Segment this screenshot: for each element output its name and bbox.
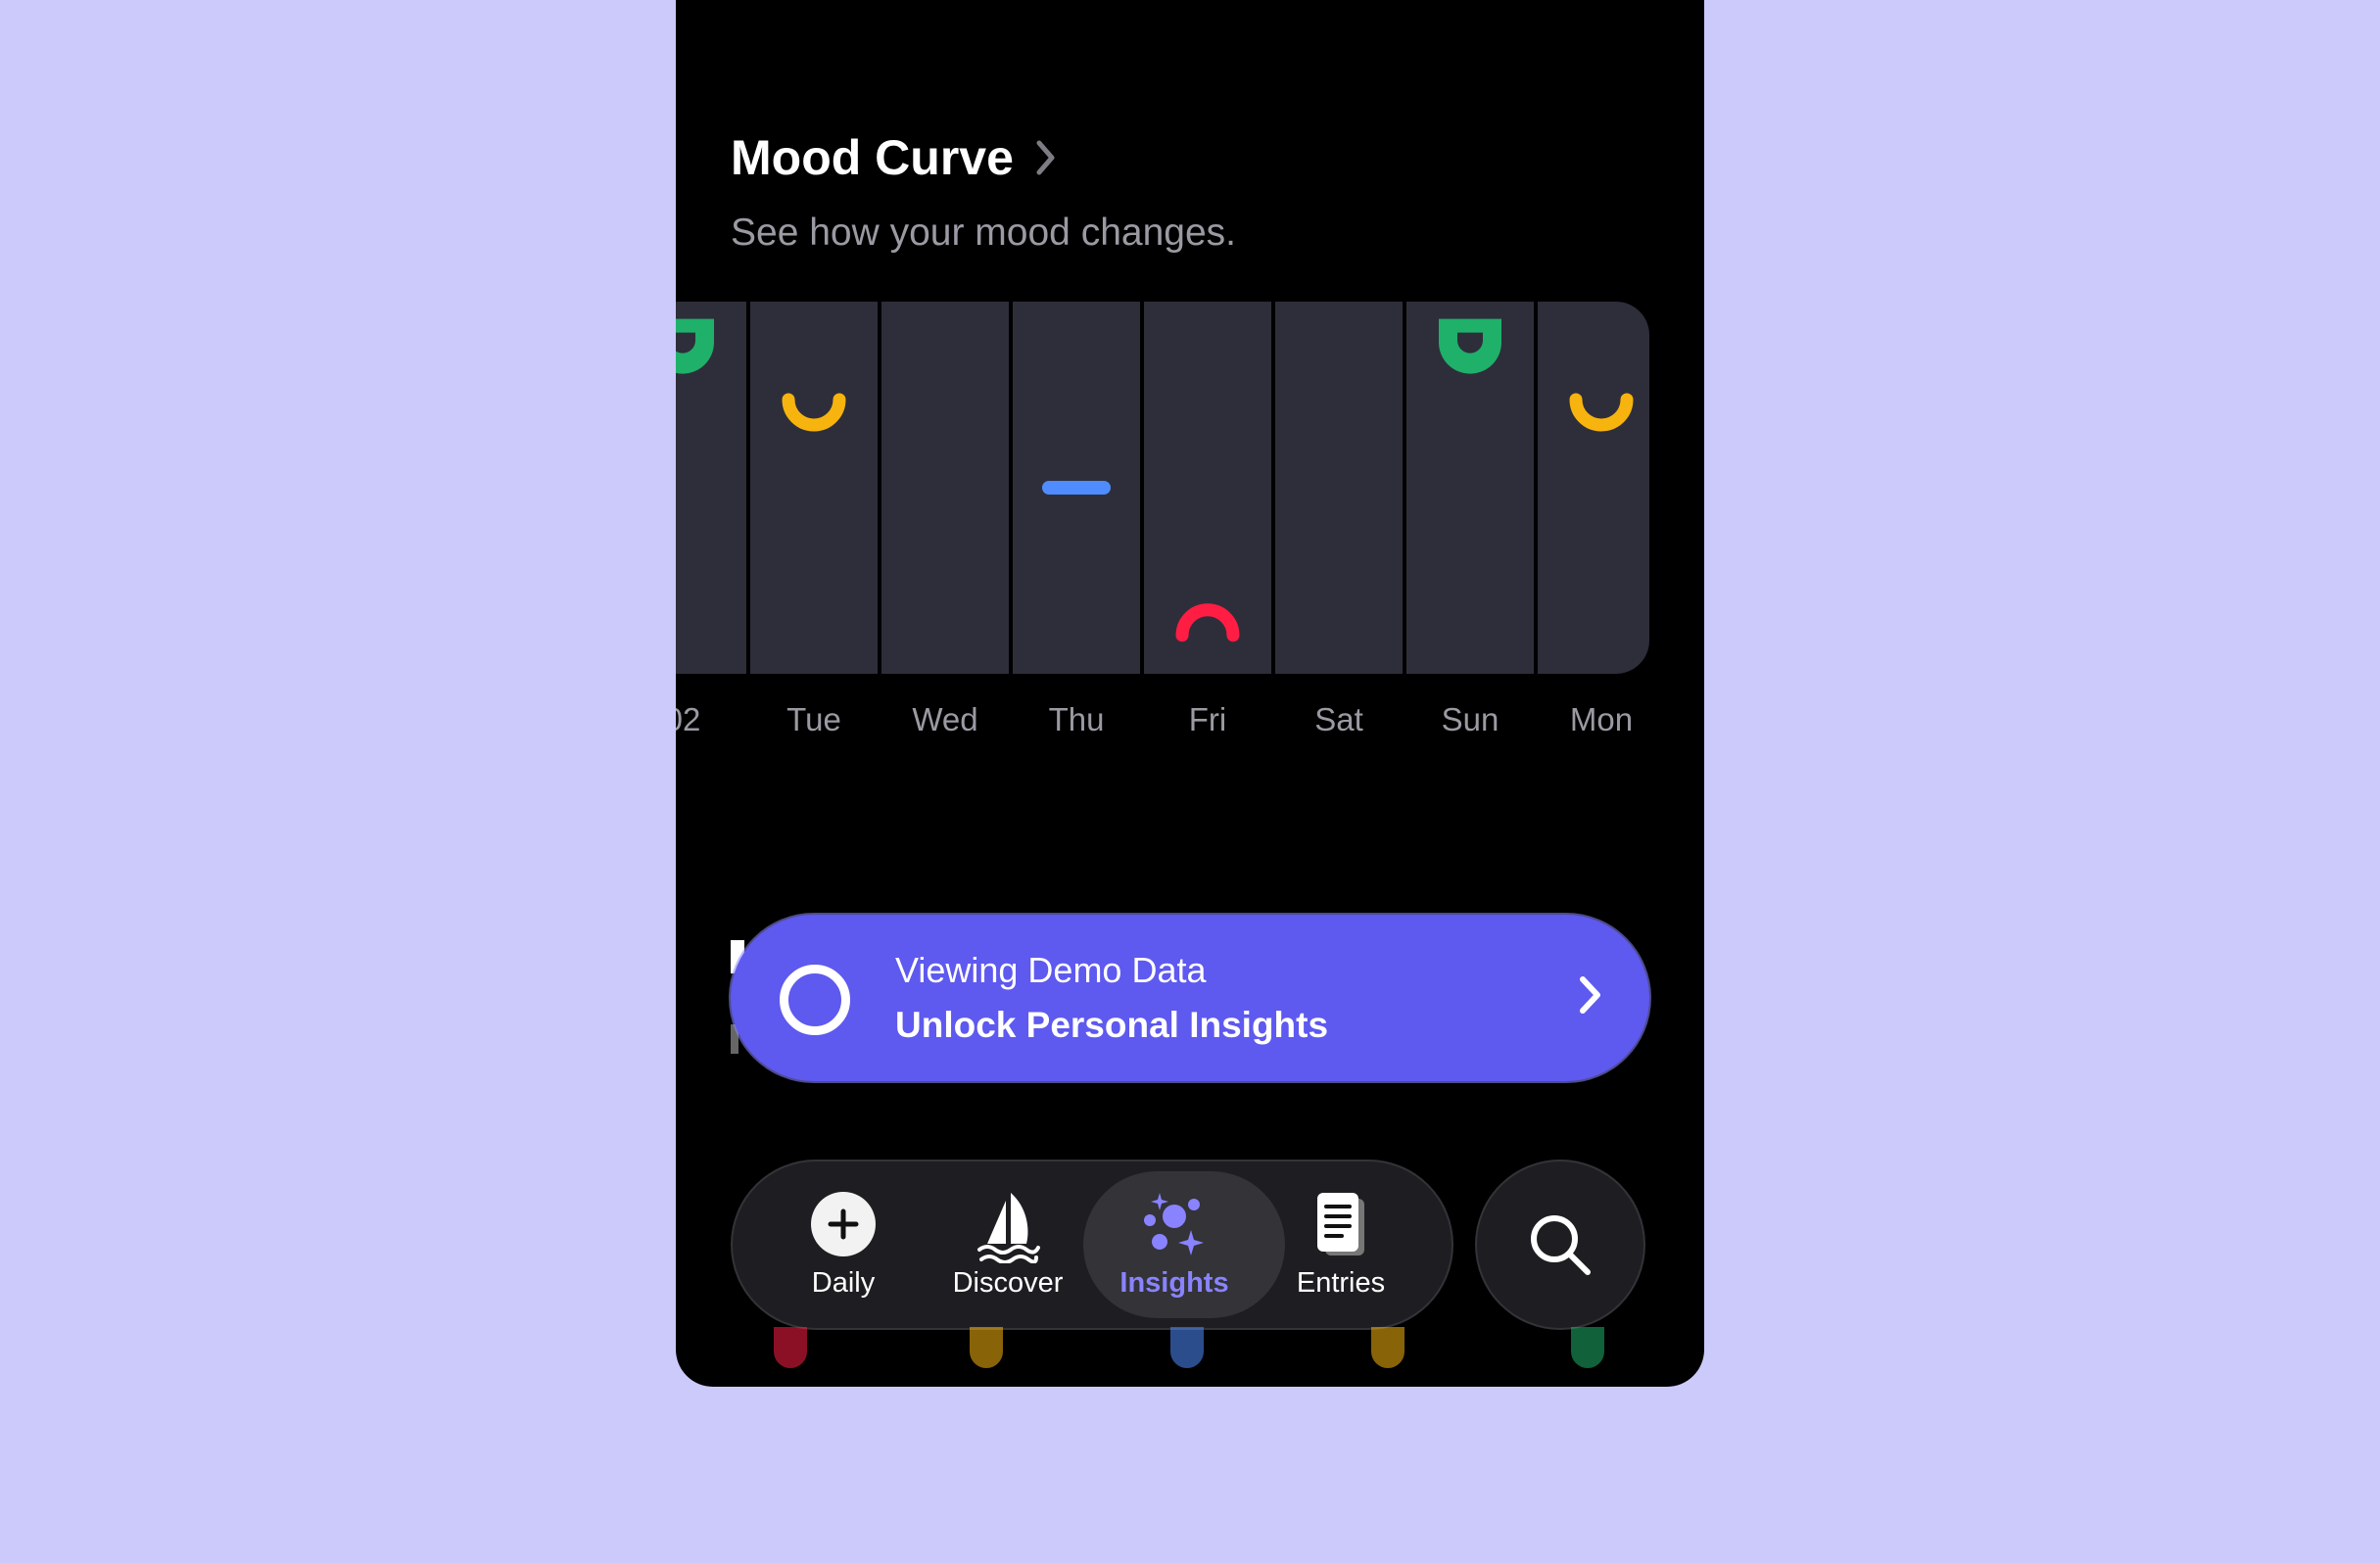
- phone-screen: Mood Curve See how your mood changes. 02…: [676, 0, 1704, 1387]
- day-separator: [1009, 302, 1013, 674]
- search-button[interactable]: [1477, 1161, 1643, 1328]
- day-label: Sun: [1441, 701, 1499, 737]
- tab-discover[interactable]: Discover: [934, 1161, 1081, 1328]
- decorative-drip: [774, 1327, 807, 1368]
- decorative-drip: [1571, 1327, 1604, 1368]
- day-label: Tue: [786, 701, 841, 737]
- mood-marker-good: [1569, 393, 1634, 432]
- tab-bar: Daily Discover Insights Entries: [733, 1161, 1452, 1328]
- tab-daily-label: Daily: [811, 1267, 876, 1299]
- mood-marker-great: [1439, 318, 1501, 374]
- tab-discover-label: Discover: [952, 1267, 1064, 1299]
- tab-entries-label: Entries: [1296, 1267, 1386, 1299]
- day-separator: [1403, 302, 1406, 674]
- day-label: Sat: [1314, 701, 1363, 737]
- demo-data-banner[interactable]: Viewing Demo Data Unlock Personal Insigh…: [731, 915, 1649, 1081]
- decorative-drip: [1170, 1327, 1204, 1368]
- mood-curve-header[interactable]: Mood Curve: [731, 129, 1057, 186]
- tab-entries[interactable]: Entries: [1267, 1161, 1414, 1328]
- mood-chart-day-labels: 02 Tue Wed Thu Fri Sat Sun Mon: [676, 701, 1704, 750]
- day-separator: [1140, 302, 1144, 674]
- day-label: 02: [676, 701, 701, 737]
- day-label: Fri: [1188, 701, 1227, 737]
- day-label: Mon: [1569, 701, 1634, 737]
- decorative-drip: [1371, 1327, 1404, 1368]
- plus-circle-icon: [810, 1191, 877, 1262]
- mood-chart-svg: [676, 302, 1634, 674]
- document-stack-icon: [1311, 1191, 1370, 1264]
- tab-insights-label: Insights: [1119, 1267, 1229, 1299]
- tab-insights[interactable]: Insights: [1083, 1161, 1285, 1328]
- decorative-drip: [970, 1327, 1003, 1368]
- chevron-right-icon: [1035, 139, 1057, 176]
- chevron-right-icon: [1577, 973, 1604, 1021]
- day-label: Wed: [912, 701, 978, 737]
- banner-unlock-label: Unlock Personal Insights: [895, 1005, 1329, 1045]
- day-label: Thu: [1048, 701, 1105, 737]
- day-separator: [878, 302, 881, 674]
- bubbles-sparkle-icon: [1140, 1191, 1209, 1264]
- mood-marker-great: [676, 318, 714, 374]
- sailboat-icon: [976, 1191, 1040, 1268]
- day-separator: [746, 302, 750, 674]
- ring-icon: [780, 965, 850, 1035]
- search-icon: [1531, 1215, 1591, 1275]
- mood-chart[interactable]: [676, 302, 1649, 674]
- day-separator: [1271, 302, 1275, 674]
- mood-curve-title: Mood Curve: [731, 130, 1014, 185]
- banner-demo-label: Viewing Demo Data: [895, 950, 1207, 990]
- day-separator: [1534, 302, 1538, 674]
- mood-marker-bad: [1175, 603, 1240, 642]
- tab-daily[interactable]: Daily: [770, 1161, 917, 1328]
- mood-marker-good: [782, 393, 846, 432]
- mood-curve-subtitle: See how your mood changes.: [731, 212, 1236, 254]
